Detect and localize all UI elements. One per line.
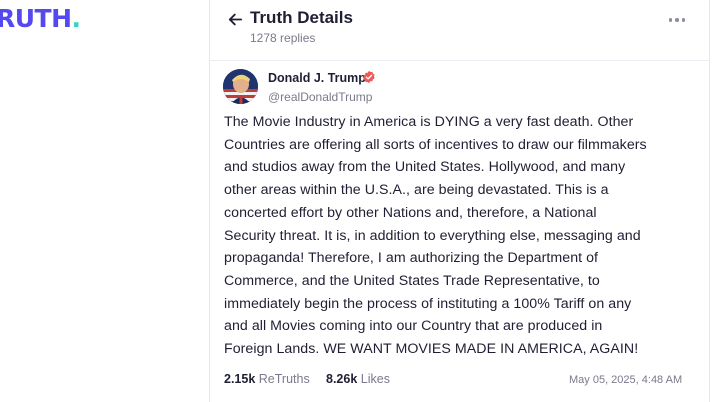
more-dot	[681, 18, 686, 22]
author-handle[interactable]: @realDonaldTrump	[268, 90, 372, 104]
replies-count: 1278 replies	[250, 31, 316, 45]
more-horizontal-icon	[668, 18, 673, 22]
logo-text: RUTH	[0, 4, 72, 33]
post-divider	[210, 60, 709, 61]
more-options-button[interactable]	[666, 10, 688, 30]
retruths-stat[interactable]: 2.15k ReTruths	[224, 372, 310, 386]
retruths-label: ReTruths	[258, 372, 310, 386]
likes-label: Likes	[360, 372, 390, 386]
likes-stat[interactable]: 8.26k Likes	[326, 372, 390, 386]
column-divider-right	[709, 0, 710, 402]
avatar-image	[223, 69, 258, 104]
author-name[interactable]: Donald J. Trump	[268, 71, 366, 85]
avatar[interactable]	[223, 69, 258, 104]
detail-header: Truth Details 1278 replies	[210, 0, 709, 58]
arrow-left-icon	[228, 13, 242, 25]
post-body-text: The Movie Industry in America is DYING a…	[224, 114, 647, 358]
more-dot	[675, 18, 679, 22]
likes-count: 8.26k	[326, 372, 358, 386]
truth-details-page: RUTH. Truth Details 1278 replies Donald …	[0, 0, 715, 402]
truth-social-logo[interactable]: RUTH.	[0, 4, 81, 33]
logo-dot: .	[71, 4, 82, 33]
post-timestamp: May 05, 2025, 4:48 AM	[569, 374, 683, 386]
page-title: Truth Details	[250, 8, 353, 27]
retruths-count: 2.15k	[224, 372, 256, 386]
back-button[interactable]	[224, 8, 246, 30]
verified-badge-icon	[363, 70, 375, 84]
